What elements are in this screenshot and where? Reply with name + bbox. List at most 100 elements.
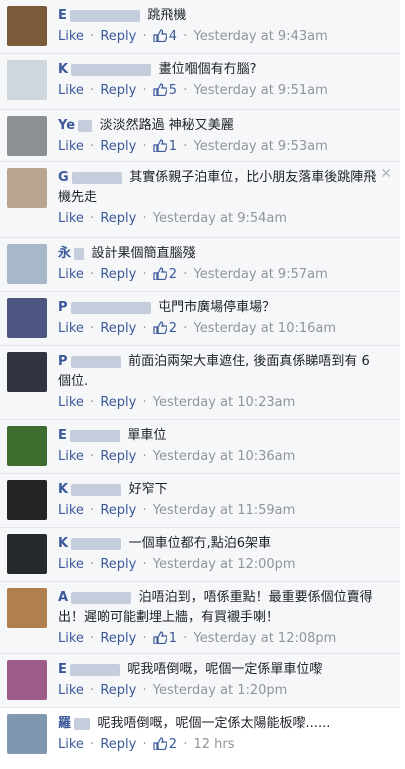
- like-link[interactable]: Like: [58, 321, 84, 336]
- author-name[interactable]: K: [58, 62, 159, 77]
- separator-dot: ·: [183, 321, 188, 336]
- separator-dot: ·: [142, 557, 147, 572]
- avatar[interactable]: [7, 298, 47, 338]
- avatar[interactable]: [7, 168, 47, 208]
- avatar[interactable]: [7, 588, 47, 628]
- like-link[interactable]: Like: [58, 449, 84, 464]
- thumbs-up-icon: [153, 631, 168, 645]
- close-icon[interactable]: ✕: [380, 166, 392, 182]
- blurred-name: [74, 247, 85, 260]
- blurred-name: [69, 9, 140, 22]
- separator-dot: ·: [90, 29, 95, 44]
- like-count[interactable]: 1: [153, 631, 181, 646]
- comment-text: 設計果個簡直腦殘: [91, 246, 196, 261]
- like-count[interactable]: 5: [153, 83, 181, 98]
- timestamp[interactable]: Yesterday at 10:36am: [153, 449, 296, 464]
- like-link[interactable]: Like: [58, 395, 84, 410]
- avatar[interactable]: [7, 6, 47, 46]
- comment-item: G 其實係親子泊車位，比小朋友落車後跳陣飛機先走 Like · Reply · …: [0, 162, 400, 238]
- timestamp[interactable]: Yesterday at 9:53am: [193, 139, 327, 154]
- avatar[interactable]: [7, 660, 47, 700]
- blurred-name: [71, 63, 152, 76]
- avatar[interactable]: [7, 116, 47, 156]
- timestamp[interactable]: Yesterday at 9:51am: [193, 83, 327, 98]
- timestamp[interactable]: Yesterday at 9:54am: [153, 211, 287, 226]
- like-count[interactable]: 4: [153, 29, 181, 44]
- separator-dot: ·: [142, 631, 147, 646]
- like-link[interactable]: Like: [58, 139, 84, 154]
- reply-link[interactable]: Reply: [100, 737, 136, 752]
- like-count[interactable]: 2: [153, 321, 181, 336]
- like-link[interactable]: Like: [58, 683, 84, 698]
- like-count[interactable]: 1: [153, 139, 181, 154]
- reply-link[interactable]: Reply: [100, 211, 136, 226]
- reply-link[interactable]: Reply: [100, 449, 136, 464]
- comment-actions: Like · Reply · 5 · Yesterday at 9:51am: [58, 82, 380, 100]
- reply-link[interactable]: Reply: [100, 503, 136, 518]
- reply-link[interactable]: Reply: [100, 29, 136, 44]
- author-name[interactable]: Ye: [58, 118, 100, 133]
- like-link[interactable]: Like: [58, 267, 84, 282]
- avatar[interactable]: [7, 244, 47, 284]
- timestamp[interactable]: Yesterday at 1:20pm: [153, 683, 288, 698]
- separator-dot: ·: [90, 139, 95, 154]
- like-link[interactable]: Like: [58, 83, 84, 98]
- separator-dot: ·: [183, 139, 188, 154]
- avatar[interactable]: [7, 534, 47, 574]
- author-name[interactable]: E: [58, 662, 127, 677]
- timestamp[interactable]: Yesterday at 10:23am: [153, 395, 296, 410]
- timestamp[interactable]: 12 hrs: [193, 737, 234, 752]
- thumbs-up-icon: [153, 29, 168, 43]
- like-link[interactable]: Like: [58, 631, 84, 646]
- like-link[interactable]: Like: [58, 737, 84, 752]
- comment-item: A 泊唔泊到，唔係重點！最重要係個位賣得出！遲啲可能劃埋上牆，有買襯手喇！ Li…: [0, 582, 400, 654]
- separator-dot: ·: [183, 29, 188, 44]
- author-name[interactable]: 永: [58, 246, 92, 261]
- timestamp[interactable]: Yesterday at 9:57am: [193, 267, 327, 282]
- timestamp[interactable]: Yesterday at 11:59am: [153, 503, 296, 518]
- comment-item: E 跳飛機 Like · Reply · 4 · Yesterday at 9:…: [0, 0, 400, 54]
- author-name[interactable]: A: [58, 590, 139, 605]
- author-name[interactable]: K: [58, 482, 129, 497]
- like-link[interactable]: Like: [58, 557, 84, 572]
- avatar[interactable]: [7, 714, 47, 754]
- avatar[interactable]: [7, 60, 47, 100]
- author-name[interactable]: P: [58, 354, 128, 369]
- comment-actions: Like · Reply · · Yesterday at 12:00pm: [58, 556, 380, 574]
- reply-link[interactable]: Reply: [100, 683, 136, 698]
- like-link[interactable]: Like: [58, 29, 84, 44]
- reply-link[interactable]: Reply: [100, 631, 136, 646]
- timestamp[interactable]: Yesterday at 12:08pm: [193, 631, 336, 646]
- timestamp[interactable]: Yesterday at 10:16am: [193, 321, 336, 336]
- avatar[interactable]: [7, 352, 47, 392]
- blurred-name: [78, 119, 93, 132]
- like-count[interactable]: 2: [153, 737, 181, 752]
- avatar[interactable]: [7, 426, 47, 466]
- like-link[interactable]: Like: [58, 503, 84, 518]
- separator-dot: ·: [90, 267, 95, 282]
- like-link[interactable]: Like: [58, 211, 84, 226]
- thumbs-up-icon: [153, 83, 168, 97]
- timestamp[interactable]: Yesterday at 9:43am: [193, 29, 327, 44]
- like-count[interactable]: 2: [153, 267, 181, 282]
- reply-link[interactable]: Reply: [100, 321, 136, 336]
- comment-body: P 前面泊兩架大車遮住, 後面真係睇唔到有 6 個位. Like · Reply…: [58, 352, 380, 412]
- comment-body: K 好窄下 Like · Reply · · Yesterday at 11:5…: [58, 480, 380, 520]
- author-name[interactable]: P: [58, 300, 158, 315]
- reply-link[interactable]: Reply: [100, 139, 136, 154]
- author-name[interactable]: E: [58, 428, 127, 443]
- reply-link[interactable]: Reply: [100, 83, 136, 98]
- author-name[interactable]: G: [58, 170, 129, 185]
- separator-dot: ·: [90, 737, 95, 752]
- separator-dot: ·: [90, 631, 95, 646]
- reply-link[interactable]: Reply: [100, 267, 136, 282]
- timestamp[interactable]: Yesterday at 12:00pm: [153, 557, 296, 572]
- avatar[interactable]: [7, 480, 47, 520]
- reply-link[interactable]: Reply: [100, 395, 136, 410]
- comment-text: 呢我唔倒嘅，呢個一定係太陽能板嚟......: [97, 716, 331, 731]
- reply-link[interactable]: Reply: [100, 557, 136, 572]
- author-name[interactable]: E: [58, 8, 147, 23]
- comment-actions: Like · Reply · 1 · Yesterday at 12:08pm: [58, 630, 380, 648]
- author-name[interactable]: K: [58, 536, 129, 551]
- author-name[interactable]: 羅: [58, 716, 98, 731]
